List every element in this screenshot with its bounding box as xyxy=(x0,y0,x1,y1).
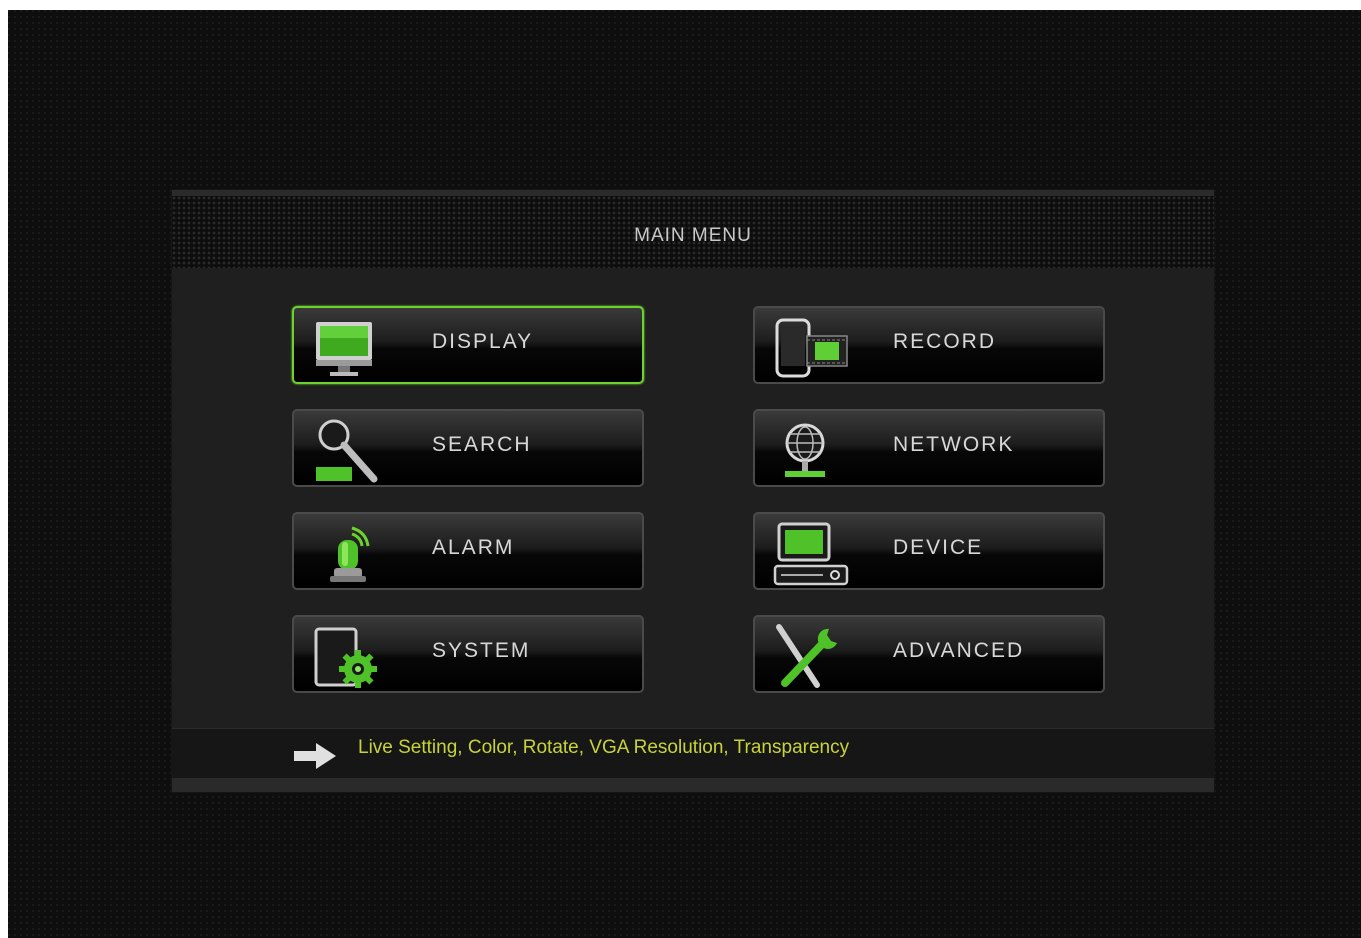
status-description: Live Setting, Color, Rotate, VGA Resolut… xyxy=(358,737,850,758)
alarm-beacon-icon xyxy=(330,526,370,582)
advanced-button[interactable]: ADVANCED xyxy=(753,615,1105,693)
device-button[interactable]: DEVICE xyxy=(753,512,1105,590)
tools-icon xyxy=(776,624,837,688)
screen-background: MAIN MENU DISPLAY RECORD SEARCH NETWORK … xyxy=(8,10,1361,938)
alarm-button-label: ALARM xyxy=(432,536,515,559)
display-button-label: DISPLAY xyxy=(432,330,534,353)
panel-header: MAIN MENU xyxy=(172,190,1214,268)
alarm-button[interactable]: ALARM xyxy=(292,512,644,590)
system-button-label: SYSTEM xyxy=(432,639,531,662)
monitor-icon xyxy=(316,322,372,376)
system-button[interactable]: SYSTEM xyxy=(292,615,644,693)
advanced-button-label: ADVANCED xyxy=(893,639,1025,662)
globe-network-icon xyxy=(785,423,825,477)
network-button-label: NETWORK xyxy=(893,433,1015,456)
search-button[interactable]: SEARCH xyxy=(292,409,644,487)
record-button-label: RECORD xyxy=(893,330,997,353)
magnifier-icon xyxy=(316,419,378,483)
record-device-icon xyxy=(775,318,848,378)
network-button[interactable]: NETWORK xyxy=(753,409,1105,487)
search-button-label: SEARCH xyxy=(432,433,532,456)
arrow-right-icon xyxy=(294,743,336,769)
display-button[interactable]: DISPLAY xyxy=(292,306,644,384)
system-gear-icon xyxy=(314,627,377,688)
status-bar: Live Setting, Color, Rotate, VGA Resolut… xyxy=(172,728,1214,780)
dvr-device-icon xyxy=(773,522,849,586)
record-button[interactable]: RECORD xyxy=(753,306,1105,384)
panel-footer xyxy=(172,778,1214,792)
device-button-label: DEVICE xyxy=(893,536,984,559)
main-menu-panel: MAIN MENU DISPLAY RECORD SEARCH NETWORK … xyxy=(172,190,1214,792)
page-title: MAIN MENU xyxy=(634,225,752,246)
